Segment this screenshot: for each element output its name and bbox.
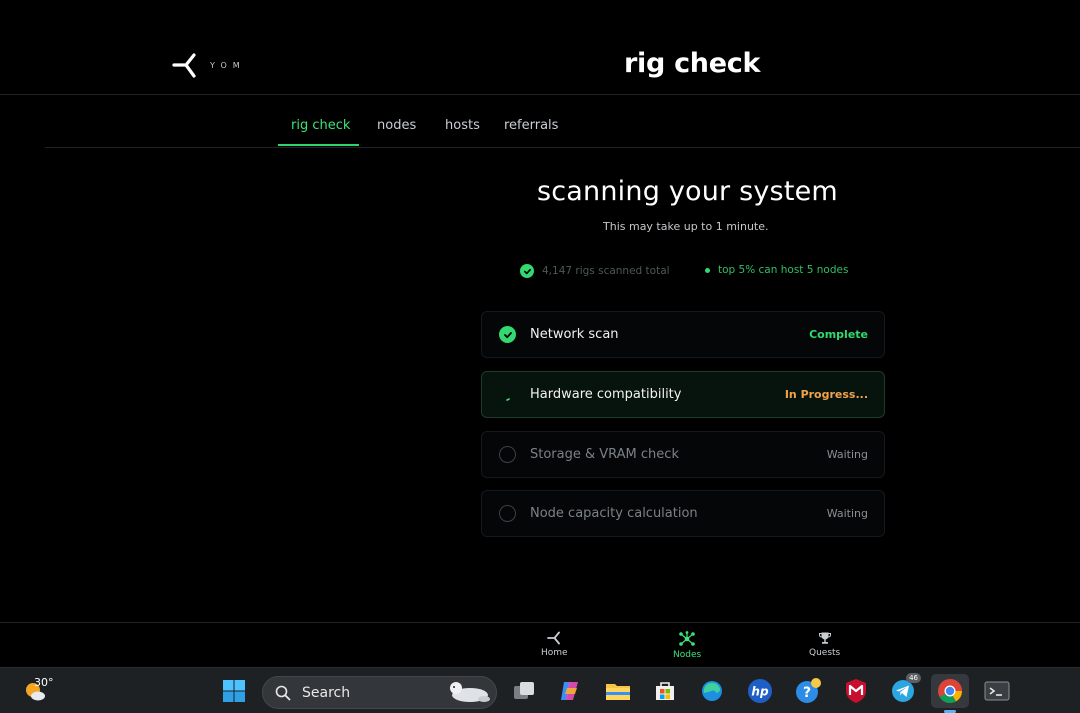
yom-logo-icon [172, 53, 196, 78]
step-status: Complete [809, 328, 868, 341]
weather-temp: 30° [34, 676, 54, 689]
step-hardware-compatibility: Hardware compatibility In Progress... [481, 371, 885, 418]
app-header: YOM rig check [0, 0, 1080, 95]
step-status: Waiting [826, 448, 868, 461]
bottom-nav: Home Nodes Quests [0, 622, 1080, 667]
step-status: In Progress... [784, 388, 868, 401]
task-view-icon [514, 682, 534, 699]
tab-referrals[interactable]: referrals [504, 118, 558, 133]
edge-icon [702, 681, 722, 701]
help-app-button[interactable]: ? [794, 677, 822, 705]
mcafee-button[interactable] [842, 677, 870, 705]
active-tab-indicator [278, 144, 359, 146]
store-icon [656, 682, 674, 700]
search-icon [275, 685, 291, 701]
search-highlight-ferret-icon [450, 682, 490, 702]
check-circle-icon [520, 264, 534, 278]
copilot-button[interactable] [556, 677, 584, 705]
tab-nodes[interactable]: nodes [377, 118, 416, 133]
logo-text: YOM [210, 60, 246, 70]
page-title: rig check [624, 48, 761, 79]
tab-rig-check[interactable]: rig check [291, 118, 350, 133]
microsoft-store-button[interactable] [651, 677, 679, 705]
svg-text:?: ? [803, 685, 811, 701]
notification-badge: 46 [906, 673, 921, 683]
tab-hosts[interactable]: hosts [445, 118, 480, 133]
nav-quests-label: Quests [809, 648, 841, 658]
stat-total-text: 4,147 rigs scanned total [542, 265, 670, 277]
step-label: Storage & VRAM check [530, 447, 679, 462]
hp-app-button[interactable]: hp [746, 677, 774, 705]
telegram-button[interactable]: 46 [889, 673, 921, 705]
chrome-icon [938, 679, 962, 704]
nav-nodes-label: Nodes [673, 650, 702, 660]
step-label: Node capacity calculation [530, 506, 698, 521]
check-circle-icon [499, 326, 516, 343]
terminal-icon [984, 681, 1010, 701]
scan-heading: scanning your system [537, 176, 838, 207]
empty-circle-icon [499, 446, 516, 463]
nav-quests[interactable]: Quests [809, 631, 840, 658]
hp-logo-icon: hp [748, 679, 772, 703]
step-network-scan: Network scan Complete [481, 311, 885, 358]
tab-bar: rig check nodes hosts referrals [45, 96, 1080, 148]
chrome-button[interactable] [931, 674, 969, 708]
taskbar-search-box[interactable]: Search [262, 676, 497, 709]
stat-top-hosts: top 5% can host 5 nodes [705, 264, 848, 276]
nav-home[interactable]: Home [541, 631, 568, 658]
yom-logo[interactable]: YOM [172, 52, 246, 78]
step-storage-vram-check: Storage & VRAM check Waiting [481, 431, 885, 478]
folder-icon [606, 684, 630, 700]
mcafee-shield-icon [846, 679, 866, 703]
nav-nodes[interactable]: Nodes [673, 631, 701, 660]
file-explorer-button[interactable] [604, 677, 632, 705]
windows-start-button[interactable] [220, 677, 248, 705]
network-nodes-icon [679, 631, 695, 646]
step-label: Hardware compatibility [530, 387, 682, 402]
scan-subheading: This may take up to 1 minute. [603, 220, 769, 233]
trophy-icon [818, 632, 831, 644]
svg-text:hp: hp [751, 685, 769, 699]
windows-logo-icon [223, 680, 245, 702]
nav-home-label: Home [541, 648, 568, 658]
green-dot-icon [705, 267, 710, 273]
search-placeholder: Search [302, 685, 351, 701]
copilot-icon [561, 682, 578, 700]
stat-top-text: top 5% can host 5 nodes [718, 264, 849, 276]
task-view-button[interactable] [510, 677, 538, 705]
help-question-icon: ? [796, 678, 821, 703]
edge-browser-button[interactable] [698, 677, 726, 705]
step-status: Waiting [826, 507, 868, 520]
empty-circle-icon [499, 505, 516, 522]
stat-rigs-scanned: 4,147 rigs scanned total [520, 264, 670, 278]
terminal-button[interactable] [983, 677, 1011, 705]
loading-spinner-icon [499, 386, 516, 403]
yom-logo-icon [547, 631, 561, 645]
step-label: Network scan [530, 327, 619, 342]
windows-taskbar: 30° Search hp ? 46 [0, 667, 1080, 713]
step-node-capacity-calculation: Node capacity calculation Waiting [481, 490, 885, 537]
